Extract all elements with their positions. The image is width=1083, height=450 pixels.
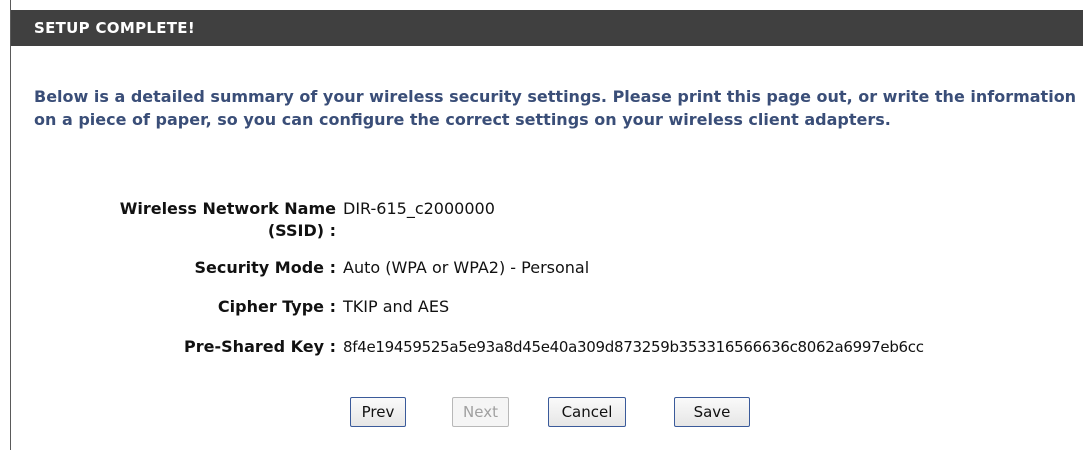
pre-shared-key-label: Pre-Shared Key : <box>184 337 336 356</box>
cancel-button[interactable]: Cancel <box>548 397 626 427</box>
ssid-label-line1: Wireless Network Name <box>119 199 336 218</box>
ssid-label-line2: (SSID) : <box>267 221 336 240</box>
cipher-type-label: Cipher Type : <box>217 297 336 316</box>
security-mode-label: Security Mode : <box>194 258 336 277</box>
ssid-value: DIR-615_c2000000 <box>343 199 495 218</box>
security-mode-value: Auto (WPA or WPA2) - Personal <box>343 258 590 277</box>
save-button[interactable]: Save <box>674 397 750 427</box>
setup-complete-panel: SETUP COMPLETE! Below is a detailed summ… <box>0 0 1083 450</box>
prev-button[interactable]: Prev <box>350 397 406 427</box>
pre-shared-key-value: 8f4e19459525a5e93a8d45e40a309d873259b353… <box>343 338 924 356</box>
panel-left-border <box>10 0 11 450</box>
page-title: SETUP COMPLETE! <box>11 10 1083 46</box>
cipher-type-value: TKIP and AES <box>343 297 450 316</box>
summary-intro-text: Below is a detailed summary of your wire… <box>34 87 1077 129</box>
next-button: Next <box>452 397 509 427</box>
